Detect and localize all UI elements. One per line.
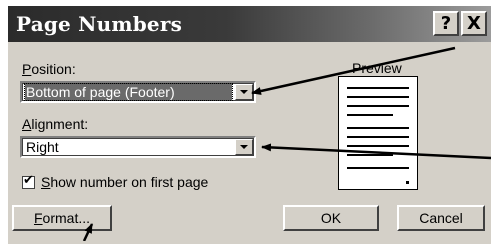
alignment-value: Right bbox=[26, 139, 59, 155]
format-accel: F bbox=[33, 210, 43, 226]
show-first-page-label[interactable]: Show number on first page bbox=[41, 174, 208, 190]
preview-text-line bbox=[347, 127, 409, 129]
format-button[interactable]: Format... bbox=[12, 205, 112, 231]
help-button[interactable]: ? bbox=[433, 11, 459, 36]
alignment-dropdown[interactable]: Right bbox=[20, 136, 256, 158]
close-button[interactable]: X bbox=[461, 11, 487, 36]
show-first-page-checkbox[interactable] bbox=[22, 173, 35, 189]
title-bar[interactable]: Page Numbers ? X bbox=[8, 6, 491, 42]
alignment-label-accel: A bbox=[22, 116, 32, 132]
position-label: Position: bbox=[22, 61, 76, 77]
position-dropdown[interactable]: Bottom of page (Footer) bbox=[20, 81, 256, 103]
preview-text-line bbox=[347, 167, 409, 169]
preview-text-line bbox=[347, 145, 409, 147]
preview-text-line bbox=[347, 136, 409, 138]
preview-text-line bbox=[347, 154, 393, 156]
position-value: Bottom of page (Footer) bbox=[24, 83, 233, 101]
preview-text-line bbox=[347, 87, 409, 89]
chevron-down-icon[interactable] bbox=[235, 84, 253, 100]
position-label-accel: P bbox=[22, 61, 32, 77]
position-label-text: osition: bbox=[31, 61, 76, 77]
chevron-down-icon[interactable] bbox=[235, 139, 253, 155]
preview-page-number bbox=[406, 181, 409, 184]
ok-button[interactable]: OK bbox=[283, 205, 379, 231]
preview-text-line bbox=[347, 96, 409, 98]
format-text: ormat... bbox=[42, 210, 91, 226]
show-first-page-accel: S bbox=[41, 174, 51, 190]
alignment-label-text: lignment: bbox=[31, 116, 89, 132]
cancel-button[interactable]: Cancel bbox=[397, 205, 485, 231]
preview-text-line bbox=[347, 105, 409, 107]
preview-text-line bbox=[347, 114, 393, 116]
preview-label: Preview bbox=[352, 60, 402, 76]
show-first-page-text: how number on first page bbox=[50, 174, 209, 190]
preview-page bbox=[338, 76, 418, 190]
dialog-title: Page Numbers bbox=[16, 12, 183, 36]
alignment-label: Alignment: bbox=[22, 116, 88, 132]
